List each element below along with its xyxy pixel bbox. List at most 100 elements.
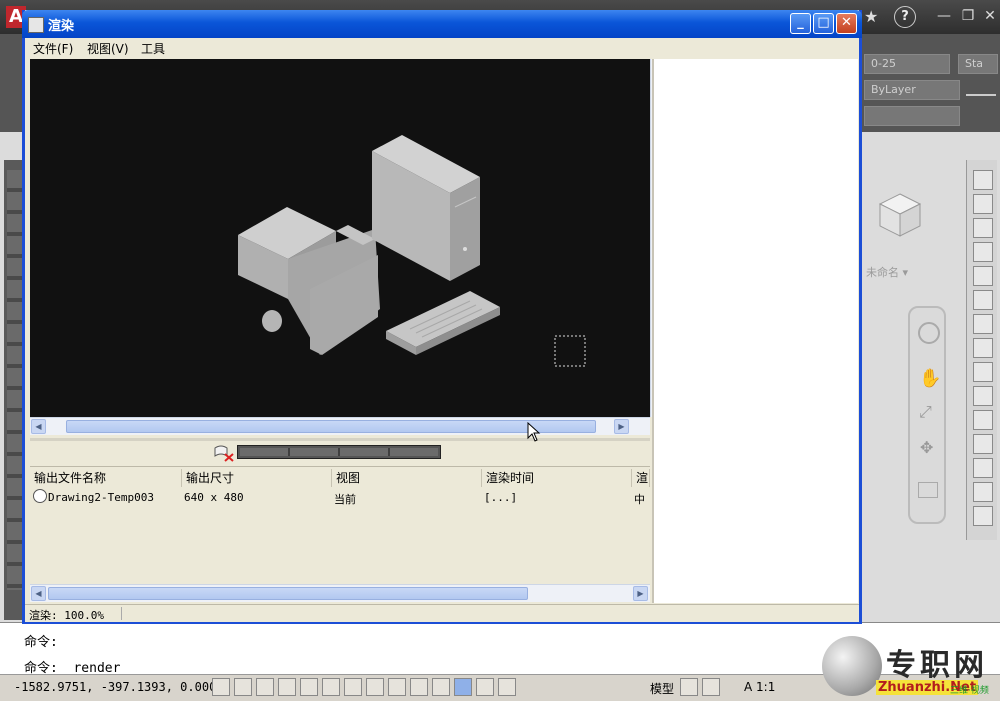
navigation-bar[interactable]: ✋ ⤢ ✥ [908, 306, 946, 524]
viewport-horizontal-scrollbar[interactable]: ◀ ▶ [30, 417, 650, 435]
status-separator [121, 607, 122, 620]
row-more: 中 [634, 493, 645, 506]
row-time: [...] [484, 491, 518, 504]
draw-tool-icons[interactable] [7, 170, 23, 590]
offset-icon[interactable] [973, 242, 993, 262]
render-progress-row [30, 442, 650, 466]
star-icon[interactable]: ★ [864, 7, 878, 26]
render-status-text: 渲染: 100.0% [29, 609, 104, 622]
lineweight-select[interactable] [864, 106, 960, 126]
mirror-icon[interactable] [973, 218, 993, 238]
render-window-title: 渲染 [48, 19, 75, 34]
steering-wheel-icon[interactable] [918, 322, 940, 344]
style-select[interactable]: Sta [958, 54, 998, 74]
table-scroll-left-icon[interactable]: ◀ [31, 586, 46, 601]
rotate-icon[interactable] [973, 314, 993, 334]
modify-toolbar [966, 160, 997, 540]
extend-icon[interactable] [973, 410, 993, 430]
join-icon[interactable] [973, 458, 993, 478]
scroll-left-icon[interactable]: ◀ [31, 419, 46, 434]
render-clock-icon [33, 489, 47, 503]
menu-file[interactable]: 文件(F) [33, 40, 73, 57]
coordinate-readout[interactable]: -1582.9751, -397.1393, 0.0000 [14, 680, 224, 694]
break-icon[interactable] [973, 434, 993, 454]
table-horizontal-scrollbar[interactable]: ◀ ▶ [30, 584, 650, 602]
col-more[interactable]: 渲 [632, 469, 650, 487]
lwt-toggle[interactable] [410, 678, 428, 696]
dyn-toggle[interactable] [388, 678, 406, 696]
osnap-toggle[interactable] [300, 678, 318, 696]
otrack-toggle[interactable] [344, 678, 362, 696]
close-icon[interactable]: ✕ [836, 13, 857, 34]
render-window-titlebar[interactable]: 渲染 _ □ ✕ [22, 10, 862, 38]
trim-icon[interactable] [973, 386, 993, 406]
grid-toggle[interactable] [234, 678, 252, 696]
watermark-cn: 专职网 [886, 648, 988, 683]
lineweight-preview [966, 94, 996, 96]
stop-render-icon[interactable] [213, 444, 235, 462]
annotation-scale[interactable]: A 1:1 [744, 680, 775, 694]
row-file-name: Drawing2-Temp003 [48, 491, 154, 504]
am-toggle[interactable] [498, 678, 516, 696]
row-view: 当前 [334, 493, 356, 506]
render-progress-fill [240, 448, 438, 456]
sc-toggle[interactable] [476, 678, 494, 696]
view-cube[interactable] [872, 190, 928, 240]
col-render-time[interactable]: 渲染时间 [482, 469, 632, 487]
acad-close-icon[interactable]: ✕ [982, 8, 998, 24]
mouse-cursor-icon [527, 422, 541, 442]
watermark-ball-icon [822, 636, 882, 696]
col-output-file[interactable]: 输出文件名称 [30, 469, 182, 487]
fillet-icon[interactable] [973, 506, 993, 526]
horizontal-scroll-thumb[interactable] [66, 420, 596, 433]
dimstyle-select[interactable]: 0-25 [864, 54, 950, 74]
qp-toggle[interactable] [454, 678, 472, 696]
layout1-icon[interactable] [680, 678, 698, 696]
unnamed-view-label[interactable]: 未命名 ▾ [866, 264, 908, 280]
chamfer-icon[interactable] [973, 482, 993, 502]
maximize-icon[interactable]: □ [813, 13, 834, 34]
orbit-icon[interactable]: ✥ [920, 438, 933, 457]
render-viewport[interactable] [30, 59, 650, 417]
copy-icon[interactable] [973, 194, 993, 214]
move-icon[interactable] [973, 290, 993, 310]
pane-splitter[interactable] [30, 438, 650, 441]
acad-restore-icon[interactable]: ❐ [960, 8, 976, 24]
render-window[interactable]: 渲染 _ □ ✕ 文件(F) 视图(V) 工具 ◀ ▶ 输出文件名称 输出尺寸 … [22, 10, 862, 624]
minimize-icon[interactable]: _ [790, 13, 811, 34]
table-scroll-right-icon[interactable]: ▶ [633, 586, 648, 601]
polar-toggle[interactable] [278, 678, 296, 696]
row-size: 640 x 480 [184, 491, 244, 504]
menu-tools[interactable]: 工具 [141, 40, 165, 57]
render-status-bar: 渲染: 100.0% [25, 604, 859, 622]
col-view[interactable]: 视图 [332, 469, 482, 487]
render-progress-bar [237, 445, 441, 459]
statistics-pane [652, 59, 858, 603]
col-output-size[interactable]: 输出尺寸 [182, 469, 332, 487]
showmotion-icon[interactable] [918, 482, 938, 498]
stretch-icon[interactable] [973, 362, 993, 382]
tpy-toggle[interactable] [432, 678, 450, 696]
ducs-toggle[interactable] [366, 678, 384, 696]
linetype-select[interactable]: ByLayer [864, 80, 960, 100]
array-icon[interactable] [973, 266, 993, 286]
3dosnap-toggle[interactable] [322, 678, 340, 696]
rendered-computer-model [238, 135, 586, 367]
layout2-icon[interactable] [702, 678, 720, 696]
scroll-right-icon[interactable]: ▶ [614, 419, 629, 434]
pan-hand-icon[interactable]: ✋ [919, 368, 941, 389]
render-menubar: 文件(F) 视图(V) 工具 [25, 38, 859, 58]
render-window-icon [28, 17, 44, 33]
render-output-table[interactable]: 输出文件名称 输出尺寸 视图 渲染时间 渲 Drawing2-Temp003 6… [30, 466, 650, 585]
model-space-label[interactable]: 模型 [650, 680, 674, 697]
snap-toggle[interactable] [212, 678, 230, 696]
acad-minimize-icon[interactable]: — [936, 8, 952, 24]
menu-view[interactable]: 视图(V) [87, 40, 129, 57]
help-icon[interactable]: ? [894, 6, 916, 28]
table-scroll-thumb[interactable] [48, 587, 528, 600]
erase-icon[interactable] [973, 170, 993, 190]
scale-icon[interactable] [973, 338, 993, 358]
watermark-sub: 三维·视频 [950, 686, 989, 696]
zoom-icon[interactable]: ⤢ [919, 402, 932, 422]
ortho-toggle[interactable] [256, 678, 274, 696]
